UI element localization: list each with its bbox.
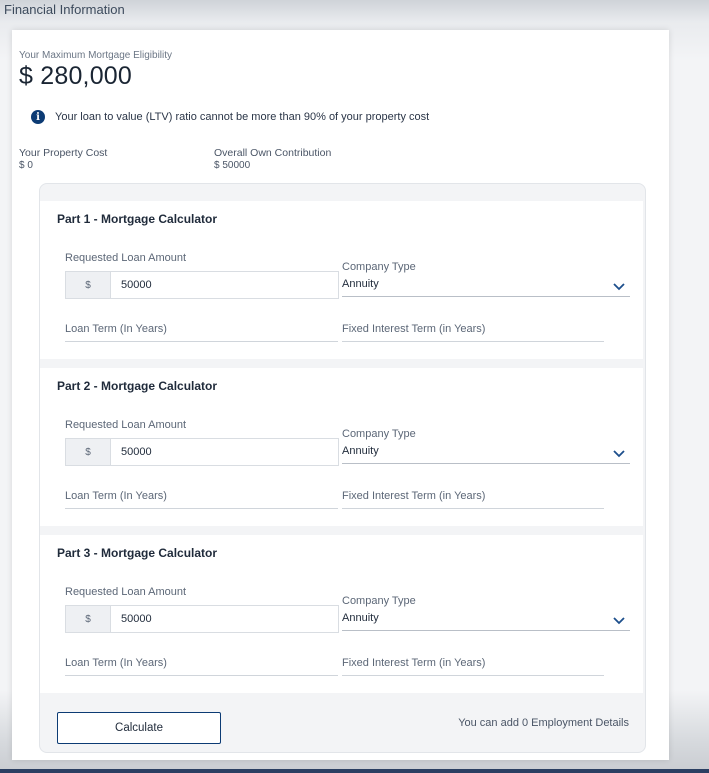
loan-amount-label: Requested Loan Amount <box>65 252 187 264</box>
section-title: Part 3 - Mortgage Calculator <box>57 546 218 560</box>
currency-prefix: $ <box>66 439 111 465</box>
ltv-info-row: i Your loan to value (LTV) ratio cannot … <box>31 110 429 124</box>
currency-prefix: $ <box>66 272 111 298</box>
company-type-value: Annuity <box>342 445 379 457</box>
property-cost-stat: Your Property Cost $ 0 <box>19 147 107 171</box>
loan-amount-value: 50000 <box>121 446 152 458</box>
contribution-label: Overall Own Contribution <box>214 147 332 159</box>
loan-amount-input[interactable]: $ 50000 <box>65 438 339 466</box>
section-title: Part 1 - Mortgage Calculator <box>57 212 218 226</box>
company-type-label: Company Type <box>342 595 416 607</box>
chevron-down-icon <box>613 617 625 625</box>
company-type-value: Annuity <box>342 612 379 624</box>
info-icon: i <box>31 110 45 124</box>
calculate-button[interactable]: Calculate <box>57 712 221 744</box>
fixed-interest-term-input[interactable]: Fixed Interest Term (in Years) <box>342 490 604 509</box>
loan-amount-value: 50000 <box>121 279 152 291</box>
property-cost-value: $ 0 <box>19 160 33 171</box>
chevron-down-icon <box>613 450 625 458</box>
loan-term-input[interactable]: Loan Term (In Years) <box>65 323 338 342</box>
employment-details-text: You can add 0 Employment Details <box>458 717 629 729</box>
ltv-info-text: Your loan to value (LTV) ratio cannot be… <box>55 111 430 123</box>
contribution-stat: Overall Own Contribution $ 50000 <box>214 147 331 171</box>
page-title: Financial Information <box>4 2 125 17</box>
eligibility-amount: $ 280,000 <box>19 62 133 90</box>
company-type-select[interactable]: Annuity <box>342 278 630 297</box>
company-type-label: Company Type <box>342 428 416 440</box>
currency-prefix: $ <box>66 606 111 632</box>
company-type-select[interactable]: Annuity <box>342 445 630 464</box>
eligibility-label: Your Maximum Mortgage Eligibility <box>19 50 173 61</box>
property-cost-label: Your Property Cost <box>19 147 108 159</box>
loan-amount-input[interactable]: $ 50000 <box>65 271 339 299</box>
section-title: Part 2 - Mortgage Calculator <box>57 379 218 393</box>
company-type-select[interactable]: Annuity <box>342 612 630 631</box>
fixed-interest-term-input[interactable]: Fixed Interest Term (in Years) <box>342 657 604 676</box>
bottom-bar <box>0 769 709 773</box>
chevron-down-icon <box>613 283 625 291</box>
loan-amount-input[interactable]: $ 50000 <box>65 605 339 633</box>
contribution-value: $ 50000 <box>214 160 251 171</box>
loan-amount-label: Requested Loan Amount <box>65 419 187 431</box>
calculator-section-2: Part 2 - Mortgage Calculator Requested L… <box>40 368 643 526</box>
page: Financial Information Your Maximum Mortg… <box>0 0 709 773</box>
loan-amount-label: Requested Loan Amount <box>65 586 187 598</box>
loan-amount-value: 50000 <box>121 613 152 625</box>
company-type-value: Annuity <box>342 278 379 290</box>
company-type-label: Company Type <box>342 261 416 273</box>
calculator-section-3: Part 3 - Mortgage Calculator Requested L… <box>40 535 643 693</box>
calculator-section-1: Part 1 - Mortgage Calculator Requested L… <box>40 201 643 359</box>
fixed-interest-term-input[interactable]: Fixed Interest Term (in Years) <box>342 323 604 342</box>
loan-term-input[interactable]: Loan Term (In Years) <box>65 657 338 676</box>
loan-term-input[interactable]: Loan Term (In Years) <box>65 490 338 509</box>
